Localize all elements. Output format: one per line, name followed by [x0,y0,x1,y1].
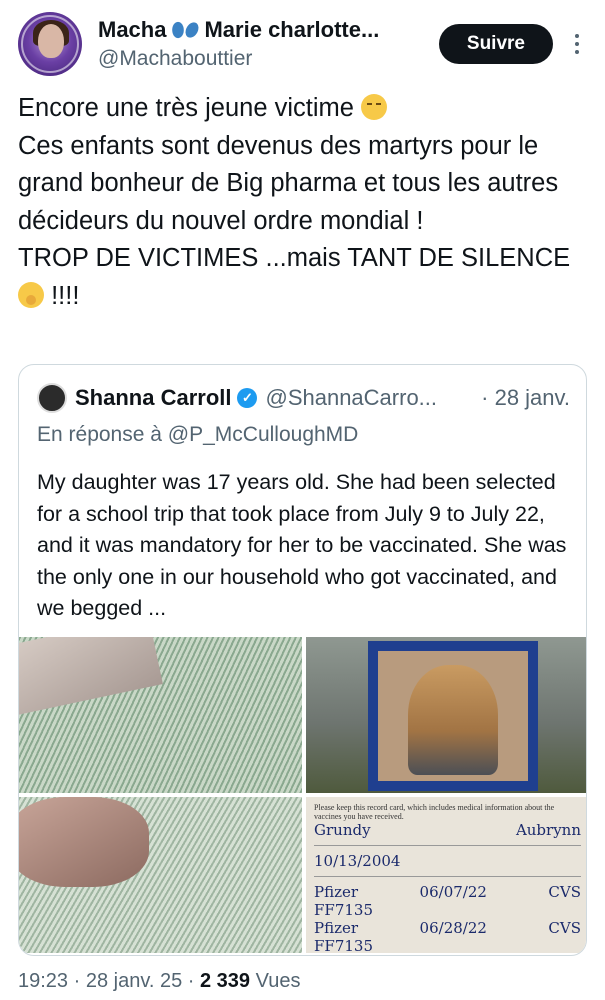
quoted-tweet[interactable]: Shanna Carroll ✓ @ShannaCarro... · 28 ja… [18,364,587,956]
follow-button[interactable]: Suivre [438,24,553,64]
quoted-tweet-date: · 28 janv. [481,385,570,410]
author-handle[interactable]: @Machabouttier [98,47,429,71]
views-count: 2 339 [200,970,251,992]
photo-hospital-bed[interactable] [19,637,302,793]
tweet-date[interactable]: 28 janv. 25 [86,970,182,992]
quoted-author-avatar [37,383,67,413]
card-header-text: Please keep this record card, which incl… [314,803,555,821]
quoted-author-name: Shanna Carroll [75,385,232,410]
author-avatar[interactable] [18,12,82,76]
verified-badge-icon: ✓ [237,388,258,408]
disappointed-face-emoji-icon [361,94,388,120]
shushing-face-emoji-icon [18,281,44,308]
tweet-header: Macha Marie charlotte... @Machabouttier … [18,8,587,80]
reply-context: En réponse à @P_McCulloughMD [37,423,359,446]
more-options-icon[interactable] [567,34,587,54]
tweet-meta: 19:23 · 28 janv. 25 · 2 339 Vues [18,970,301,992]
photo-portrait-frame[interactable] [306,637,586,793]
quoted-tweet-text: My daughter was 17 years old. She had be… [37,470,567,620]
photo-hand-on-gown[interactable] [19,797,302,953]
quoted-author-handle: @ShannaCarro... [265,385,438,410]
reply-mention-link[interactable]: @P_McCulloughMD [168,423,359,446]
butterfly-emoji-icon [172,20,198,40]
tweet-text: Encore une très jeune victime Ces enfant… [18,94,571,310]
author-display-name[interactable]: Macha Marie charlotte... [98,17,429,43]
views-label: Vues [255,970,301,992]
tweet-time[interactable]: 19:23 [18,970,68,992]
quoted-tweet-header: Shanna Carroll ✓ @ShannaCarro... · 28 ja… [37,383,570,413]
photo-vaccination-card[interactable]: Please keep this record card, which incl… [306,797,586,953]
media-grid: Please keep this record card, which incl… [19,637,586,955]
author-names: Macha Marie charlotte... @Machabouttier [98,17,429,71]
